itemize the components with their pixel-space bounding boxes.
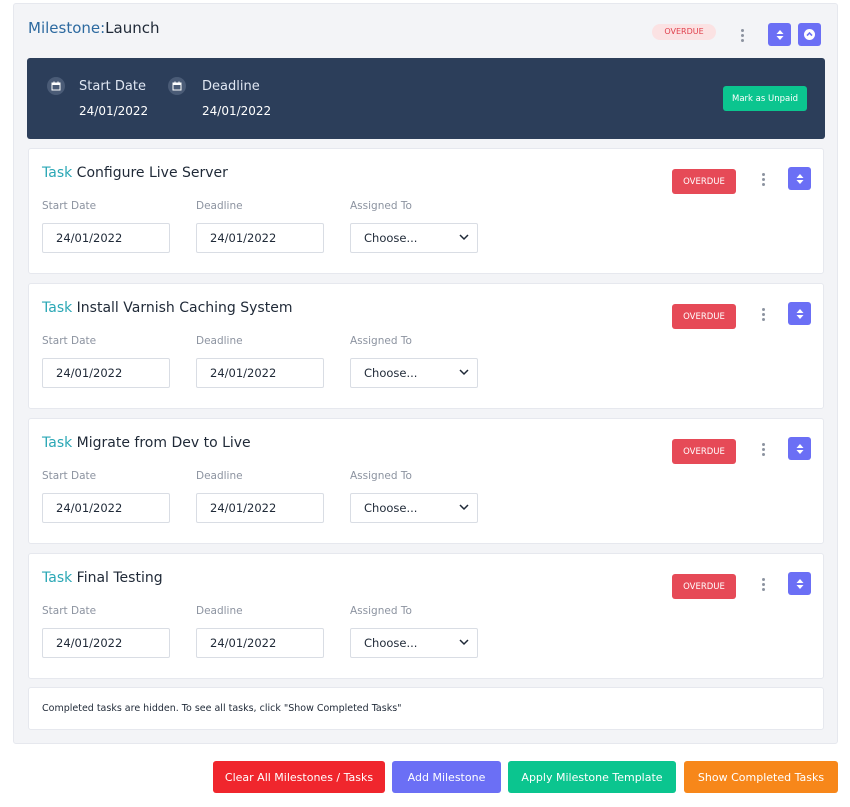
start-date-input[interactable]: 24/01/2022	[42, 223, 170, 253]
apply-template-button[interactable]: Apply Milestone Template	[508, 761, 676, 793]
task-name: Final Testing	[76, 570, 163, 586]
deadline-label: Deadline	[196, 335, 243, 347]
assigned-to-value: Choose...	[364, 636, 418, 650]
calendar-icon	[168, 77, 186, 95]
milestone-name: Launch	[105, 19, 160, 37]
sort-icon	[796, 578, 803, 589]
chevron-down-icon	[459, 639, 469, 646]
task-status-badge: OVERDUE	[672, 574, 736, 599]
task-status-badge: OVERDUE	[672, 439, 736, 464]
deadline-label: Deadline	[196, 470, 243, 482]
milestone-sort-button[interactable]	[768, 23, 791, 46]
task-more-icon[interactable]	[762, 443, 766, 458]
show-completed-button[interactable]: Show Completed Tasks	[684, 761, 838, 793]
milestone-label: Milestone:	[28, 19, 106, 37]
assigned-to-select[interactable]: Choose...	[350, 628, 478, 658]
start-date-input[interactable]: 24/01/2022	[42, 628, 170, 658]
assigned-to-label: Assigned To	[350, 200, 412, 212]
assigned-to-value: Choose...	[364, 366, 418, 380]
assigned-to-label: Assigned To	[350, 335, 412, 347]
start-date-label: Start Date	[79, 79, 146, 94]
mark-as-unpaid-button[interactable]: Mark as Unpaid	[723, 86, 807, 111]
deadline-input[interactable]: 24/01/2022	[196, 223, 324, 253]
task-sort-button[interactable]	[788, 572, 811, 595]
task-card: Task Final Testing OVERDUE Start Date De…	[28, 553, 824, 679]
assigned-to-select[interactable]: Choose...	[350, 493, 478, 523]
task-sort-button[interactable]	[788, 302, 811, 325]
assigned-to-select[interactable]: Choose...	[350, 358, 478, 388]
chevron-down-icon	[459, 504, 469, 511]
task-title: Task Install Varnish Caching System	[42, 300, 292, 316]
sort-icon	[796, 308, 803, 319]
clear-all-button[interactable]: Clear All Milestones / Tasks	[213, 761, 385, 793]
start-date-input[interactable]: 24/01/2022	[42, 493, 170, 523]
task-status-badge: OVERDUE	[672, 169, 736, 194]
task-more-icon[interactable]	[762, 173, 766, 188]
calendar-icon	[47, 77, 65, 95]
assigned-to-value: Choose...	[364, 231, 418, 245]
sort-icon	[796, 443, 803, 454]
assigned-to-value: Choose...	[364, 501, 418, 515]
task-more-icon[interactable]	[762, 578, 766, 593]
assigned-to-select[interactable]: Choose...	[350, 223, 478, 253]
start-date-label: Start Date	[42, 605, 97, 617]
assigned-to-label: Assigned To	[350, 470, 412, 482]
task-more-icon[interactable]	[762, 308, 766, 323]
deadline-label: Deadline	[196, 605, 243, 617]
chevron-up-circle-icon	[804, 29, 815, 40]
task-title: Task Configure Live Server	[42, 165, 228, 181]
milestone-status-badge: OVERDUE	[652, 24, 716, 40]
deadline-input[interactable]: 24/01/2022	[196, 493, 324, 523]
start-date-value: 24/01/2022	[79, 104, 149, 118]
start-date-label: Start Date	[42, 470, 97, 482]
milestone-title: Milestone:Launch	[28, 19, 160, 37]
start-date-label: Start Date	[42, 200, 97, 212]
deadline-input[interactable]: 24/01/2022	[196, 358, 324, 388]
milestone-more-icon[interactable]	[741, 29, 745, 44]
milestone-dates-bar: Start Date 24/01/2022 Deadline 24/01/202…	[27, 58, 825, 139]
deadline-label: Deadline	[202, 79, 260, 94]
sort-icon	[776, 29, 783, 40]
assigned-to-label: Assigned To	[350, 605, 412, 617]
task-name: Configure Live Server	[76, 165, 228, 181]
task-sort-button[interactable]	[788, 167, 811, 190]
chevron-down-icon	[459, 369, 469, 376]
deadline-label: Deadline	[196, 200, 243, 212]
task-card: Task Configure Live Server OVERDUE Start…	[28, 148, 824, 274]
chevron-down-icon	[459, 234, 469, 241]
task-card: Task Migrate from Dev to Live OVERDUE St…	[28, 418, 824, 544]
task-label: Task	[42, 570, 73, 586]
deadline-input[interactable]: 24/01/2022	[196, 628, 324, 658]
milestone-collapse-button[interactable]	[798, 23, 821, 46]
add-milestone-button[interactable]: Add Milestone	[392, 761, 501, 793]
task-label: Task	[42, 300, 73, 316]
task-name: Migrate from Dev to Live	[76, 435, 251, 451]
deadline-value: 24/01/2022	[202, 104, 272, 118]
sort-icon	[796, 173, 803, 184]
task-card: Task Install Varnish Caching System OVER…	[28, 283, 824, 409]
start-date-label: Start Date	[42, 335, 97, 347]
task-name: Install Varnish Caching System	[76, 300, 293, 316]
task-status-badge: OVERDUE	[672, 304, 736, 329]
task-title: Task Final Testing	[42, 570, 163, 586]
task-title: Task Migrate from Dev to Live	[42, 435, 251, 451]
task-label: Task	[42, 435, 73, 451]
milestone-panel: Milestone:Launch OVERDUE Start Date 24/0…	[13, 3, 838, 744]
start-date-input[interactable]: 24/01/2022	[42, 358, 170, 388]
task-sort-button[interactable]	[788, 437, 811, 460]
completed-tasks-note: Completed tasks are hidden. To see all t…	[28, 687, 824, 730]
task-label: Task	[42, 165, 73, 181]
